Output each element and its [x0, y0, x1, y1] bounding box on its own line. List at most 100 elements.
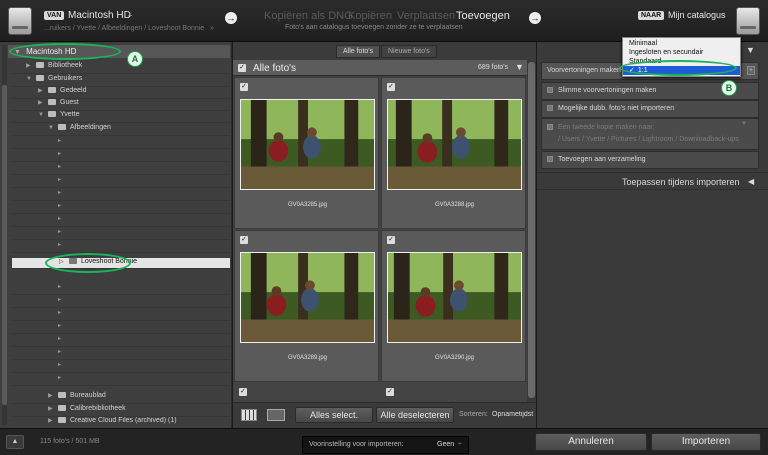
mode-copy[interactable]: Kopiëren — [348, 10, 392, 22]
photo-checkbox[interactable]: ✓ — [387, 83, 395, 91]
expand-triangle-icon[interactable]: ▶ — [38, 87, 46, 94]
tree-item-empty[interactable]: ▸ — [12, 150, 230, 162]
mode-move[interactable]: Verplaatsen — [397, 10, 455, 22]
previews-select-stepper-icon[interactable]: ÷ — [747, 66, 755, 75]
tree-item-empty[interactable]: ▸ — [12, 322, 230, 334]
sort-label: Sorteren: — [459, 411, 488, 418]
checkbox[interactable] — [547, 156, 553, 162]
photo-cell[interactable]: ✓ GV0A3289.jpg — [234, 230, 379, 382]
source-disk-icon[interactable] — [8, 7, 32, 35]
select-all-button[interactable]: Alles select. — [295, 407, 373, 423]
source-path-chevron-icon[interactable]: » — [210, 25, 214, 32]
tree-item-gedeeld[interactable]: ▶ Gedeeld — [12, 87, 230, 99]
apply-during-import-label: Toepassen tijdens importeren — [622, 177, 740, 187]
tree-item-empty[interactable]: ▸ — [12, 189, 230, 201]
photo-cell[interactable]: ✓ GV0A3288.jpg — [381, 77, 526, 229]
cancel-button[interactable]: Annuleren — [535, 433, 647, 451]
expand-triangle-icon[interactable]: ▶ — [48, 417, 56, 424]
folder-icon — [48, 99, 56, 105]
deselect-all-button[interactable]: Alle deselecteren — [376, 407, 454, 423]
tree-item-guest[interactable]: ▶ Guest — [12, 99, 230, 111]
import-button[interactable]: Importeren — [651, 433, 761, 451]
checkbox[interactable] — [547, 105, 553, 111]
expand-panel-icon[interactable]: ▲ — [6, 435, 24, 449]
tree-item-afbeeldingen[interactable]: ▼ Afbeeldingen — [12, 124, 230, 136]
loupe-view-icon[interactable] — [267, 409, 285, 421]
tree-item-bibliotheek[interactable]: ▶ Bibliotheek — [12, 62, 230, 74]
collapse-triangle-icon[interactable]: ▼ — [48, 125, 56, 131]
tree-item-empty[interactable]: ▸ — [12, 283, 230, 295]
expand-triangle-icon[interactable]: ▶ — [38, 99, 46, 106]
folder-icon — [58, 417, 66, 423]
folder-icon — [58, 405, 66, 411]
tree-item-empty[interactable]: ▸ — [12, 374, 230, 386]
expand-triangle-icon[interactable]: ▶ — [26, 62, 34, 69]
second-copy-dropdown-icon[interactable]: ▼ — [741, 121, 747, 127]
photo-checkbox[interactable]: ✓ — [387, 236, 395, 244]
tree-item-yvette[interactable]: ▼ Yvette — [12, 111, 230, 123]
sort-select[interactable]: Opnametijdst — [492, 411, 536, 418]
grid-scrollbar[interactable] — [527, 60, 536, 402]
tree-item-empty[interactable]: ▸ — [12, 335, 230, 347]
mode-copy-dng[interactable]: Kopiëren als DNG — [264, 10, 353, 22]
grid-header: ✓ Alle foto's 689 foto's ▼ — [233, 60, 527, 76]
header-dropdown-icon[interactable]: ▼ — [515, 62, 524, 72]
checkbox[interactable] — [547, 87, 553, 93]
photo-checkbox[interactable]: ✓ — [239, 388, 247, 396]
folder-icon — [58, 124, 66, 130]
tree-item-bureaublad[interactable]: ▶ Bureaublad — [12, 392, 230, 404]
expand-triangle-icon[interactable]: ▶ — [48, 392, 56, 399]
tree-item-empty[interactable]: ▸ — [12, 361, 230, 373]
from-tag: VAN — [44, 11, 65, 20]
tree-item-empty[interactable]: ▸ — [12, 215, 230, 227]
expand-triangle-icon[interactable]: ▶ — [48, 405, 56, 412]
menu-item-minimal[interactable]: Minimaal — [623, 39, 740, 48]
photo-thumbnail — [240, 252, 375, 343]
tree-item-creative-cloud[interactable]: ▶ Creative Cloud Files (archived) (1) — [12, 417, 230, 427]
mode-add[interactable]: Toevoegen — [456, 10, 510, 22]
tree-item-gebruikers[interactable]: ▼ Gebruikers — [12, 75, 230, 87]
option-second-copy[interactable]: Een tweede kopie maken naar: / Users / Y… — [541, 118, 759, 150]
apply-during-import-header[interactable]: Toepassen tijdens importeren ◀ — [537, 172, 768, 190]
panel-collapse-icon[interactable]: ▼ — [746, 45, 755, 55]
tree-item-empty[interactable]: ▸ — [12, 228, 230, 240]
photo-cell[interactable]: ✓ GV0A3290.jpg — [381, 230, 526, 382]
arrow-right-icon: → — [225, 12, 237, 24]
tab-all-photos[interactable]: Alle foto's — [336, 45, 381, 58]
tree-item-empty[interactable]: ▸ — [12, 309, 230, 321]
tree-item-calibrebibliotheek[interactable]: ▶ Calibrebibliotheek — [12, 405, 230, 417]
preset-label: Voorinstelling voor importeren: — [309, 441, 404, 448]
tree-item-empty[interactable]: ▸ — [12, 241, 230, 253]
menu-item-embedded[interactable]: Ingesloten en secundair — [623, 48, 740, 57]
photo-checkbox[interactable]: ✓ — [386, 388, 394, 396]
photo-checkbox[interactable]: ✓ — [240, 236, 248, 244]
grid-view-icon[interactable] — [241, 409, 257, 421]
collapse-triangle-icon[interactable]: ▼ — [26, 76, 34, 82]
tree-item-empty[interactable]: ▸ — [12, 348, 230, 360]
dest-name[interactable]: Mijn catalogus — [668, 10, 726, 20]
tree-item-empty[interactable]: ▸ — [12, 202, 230, 214]
grid-tabs: Alle foto's Nieuwe foto's — [233, 42, 536, 60]
photo-thumbnail — [387, 99, 522, 190]
select-all-checkbox[interactable]: ✓ — [238, 64, 246, 72]
status-text: 115 foto's / 501 MB — [40, 438, 100, 445]
destination-disk-icon[interactable] — [736, 7, 760, 35]
tree-item-empty[interactable]: ▸ — [12, 296, 230, 308]
source-scrollbar[interactable] — [2, 45, 7, 425]
collapse-triangle-icon[interactable]: ▼ — [38, 112, 46, 118]
tree-item-empty[interactable]: ▸ — [12, 163, 230, 175]
tab-new-photos[interactable]: Nieuwe foto's — [381, 45, 437, 58]
preset-dropdown-icon[interactable]: ÷ — [458, 441, 462, 448]
option-add-to-collection[interactable]: Toevoegen aan verzameling — [541, 151, 759, 169]
photo-checkbox[interactable]: ✓ — [240, 83, 248, 91]
source-dropdown-chevron-icon[interactable]: ÷ — [128, 11, 132, 20]
callout-b: B — [721, 80, 737, 96]
expand-triangle-icon[interactable]: ◀ — [748, 177, 754, 186]
photo-cell[interactable]: ✓ GV0A3285.jpg — [234, 77, 379, 229]
import-preset[interactable]: Voorinstelling voor importeren: Geen ÷ — [302, 436, 469, 454]
tree-item-empty[interactable]: ▸ — [12, 137, 230, 149]
checkbox[interactable] — [547, 124, 553, 130]
source-name[interactable]: Macintosh HD — [68, 10, 131, 21]
option-no-duplicates[interactable]: Mogelijke dubb. foto's niet importeren — [541, 100, 759, 118]
tree-item-empty[interactable]: ▸ — [12, 176, 230, 188]
